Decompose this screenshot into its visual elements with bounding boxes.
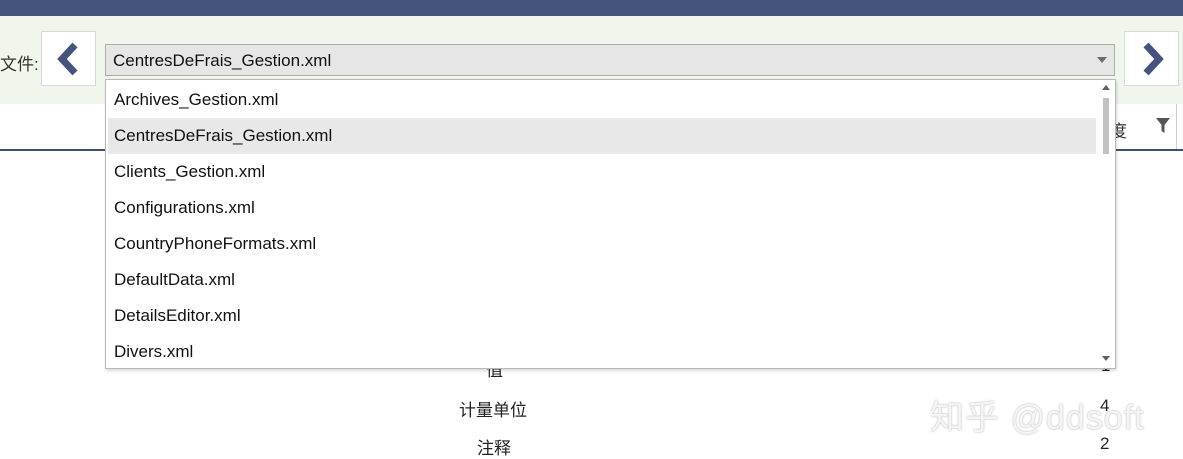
dropdown-item[interactable]: DetailsEditor.xml xyxy=(108,298,1096,334)
file-select-combobox[interactable]: CentresDeFrais_Gestion.xml xyxy=(105,44,1115,76)
selected-file-text: CentresDeFrais_Gestion.xml xyxy=(113,51,332,70)
scroll-up-arrow-icon[interactable] xyxy=(1102,85,1110,90)
scroll-down-arrow-icon[interactable] xyxy=(1102,356,1110,361)
chevron-left-icon xyxy=(57,42,78,76)
dropdown-item[interactable]: Archives_Gestion.xml xyxy=(108,82,1096,118)
scrollbar-thumb[interactable] xyxy=(1103,98,1109,154)
filter-icon[interactable] xyxy=(1156,118,1170,134)
dropdown-item-selected[interactable]: CentresDeFrais_Gestion.xml xyxy=(108,118,1096,154)
file-dropdown-list[interactable]: Archives_Gestion.xml CentresDeFrais_Gest… xyxy=(105,79,1116,369)
previous-file-button[interactable] xyxy=(41,31,96,86)
caret-down-icon xyxy=(1097,57,1107,63)
dropdown-item[interactable]: CountryPhoneFormats.xml xyxy=(108,226,1096,262)
dropdown-item[interactable]: Divers.xml xyxy=(108,334,1096,368)
grid-row-label: 计量单位 xyxy=(459,401,527,420)
chevron-right-icon xyxy=(1143,42,1164,76)
watermark: 知乎 @ddsoft xyxy=(930,399,1145,437)
grid-row-label: 注释 xyxy=(477,439,511,458)
dropdown-item[interactable]: Configurations.xml xyxy=(108,190,1096,226)
dropdown-item[interactable]: DefaultData.xml xyxy=(108,262,1096,298)
file-label: 文件: xyxy=(0,55,39,74)
title-bar xyxy=(0,0,1183,16)
dropdown-item[interactable]: Clients_Gestion.xml xyxy=(108,154,1096,190)
column-separator[interactable] xyxy=(1176,104,1177,149)
dropdown-scrollbar[interactable] xyxy=(1098,80,1115,368)
next-file-button[interactable] xyxy=(1124,31,1179,86)
